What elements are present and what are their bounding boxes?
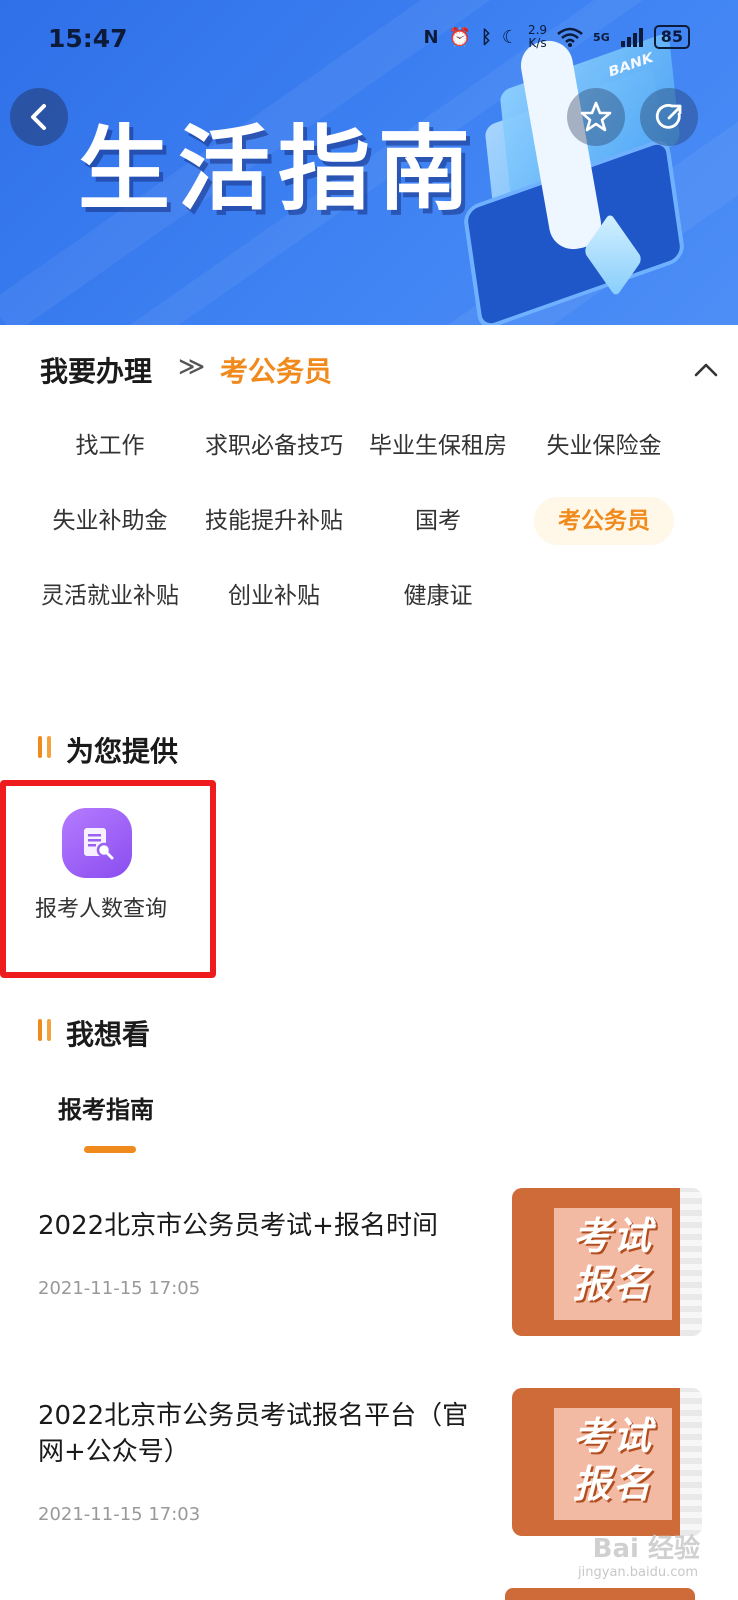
- thumbnail-text-line: 考试: [572, 1214, 653, 1258]
- chip-civil-servant-active[interactable]: 考公务员: [534, 497, 674, 545]
- section-bar: [38, 736, 42, 758]
- section-bar: [38, 1019, 42, 1041]
- provide-title: 为您提供: [66, 735, 179, 768]
- chip-entrepreneurship[interactable]: 创业补贴: [194, 572, 354, 620]
- thumbnail-text-line: 报名: [572, 1462, 653, 1506]
- tab-underline: [84, 1146, 136, 1153]
- document-search-icon: [62, 808, 132, 878]
- banner: BANK 15:47 N ⏰ ᛒ ☾ 2.9 K/s 5G 85 生活指南: [0, 0, 738, 325]
- article-time: 2021-11-15 17:03: [38, 1504, 201, 1525]
- article-title: 2022北京市公务员考试报名平台（官网+公众号）: [38, 1401, 469, 1467]
- watermark: Bai 经验: [592, 1534, 700, 1564]
- share-icon: [655, 103, 682, 129]
- status-time: 15:47: [48, 24, 128, 53]
- back-button[interactable]: [10, 88, 68, 146]
- banner-title: 生活指南: [78, 116, 479, 223]
- status-bar: 15:47 N ⏰ ᛒ ☾ 2.9 K/s 5G 85: [0, 18, 738, 68]
- watermark-url: jingyan.baidu.com: [578, 1565, 698, 1580]
- chip-unemployment-subsidy[interactable]: 失业补助金: [30, 497, 190, 545]
- next-article-thumbnail-peek: [505, 1588, 695, 1600]
- double-chevron-icon: ≫: [178, 352, 206, 382]
- star-icon: [580, 101, 612, 132]
- article-item[interactable]: 2022北京市公务员考试报名平台（官网+公众号） 2021-11-15 17:0…: [38, 1388, 702, 1538]
- chip-find-job[interactable]: 找工作: [30, 422, 190, 470]
- article-time: 2021-11-15 17:05: [38, 1278, 201, 1299]
- thumbnail-text: 考试 报名: [556, 1212, 670, 1308]
- article-item[interactable]: 2022北京市公务员考试+报名时间 2021-11-15 17:05 考试 报名: [38, 1188, 702, 1338]
- watch-title: 我想看: [66, 1018, 151, 1051]
- net-speed: 2.9 K/s: [528, 24, 547, 50]
- tab-exam-guide[interactable]: 报考指南: [58, 1090, 154, 1125]
- wifi-icon: [557, 27, 583, 47]
- chip-flexible-employment[interactable]: 灵活就业补贴: [30, 572, 190, 620]
- thumbnail-text-line: 考试: [572, 1414, 653, 1458]
- battery-indicator: 85: [653, 25, 690, 49]
- bluetooth-icon: ᛒ: [481, 26, 492, 48]
- nfc-icon: N: [423, 26, 439, 48]
- moon-icon: ☾: [501, 26, 518, 48]
- network-type: 5G: [593, 30, 610, 44]
- handle-header: 我要办理 ≫ 考公务员: [40, 350, 718, 390]
- chip-job-skills[interactable]: 求职必备技巧: [194, 422, 354, 470]
- section-bar: [47, 1019, 51, 1041]
- article-thumbnail: 考试 报名: [512, 1388, 702, 1536]
- thumbnail-text-line: 报名: [572, 1262, 653, 1306]
- chip-graduate-housing[interactable]: 毕业生保租房: [358, 422, 518, 470]
- handle-current-item: 考公务员: [220, 355, 333, 388]
- favorite-button[interactable]: [567, 88, 625, 146]
- thumbnail-paper: [680, 1388, 702, 1536]
- share-button[interactable]: [640, 88, 698, 146]
- chevron-left-icon: [31, 104, 46, 130]
- section-bar: [47, 736, 51, 758]
- status-icons: N ⏰ ᛒ ☾ 2.9 K/s 5G 85: [423, 24, 690, 50]
- thumbnail-paper: [680, 1188, 702, 1336]
- alarm-icon: ⏰: [448, 26, 471, 48]
- collapse-chevron-up-icon[interactable]: [692, 356, 720, 384]
- chip-health-certificate[interactable]: 健康证: [358, 572, 518, 620]
- article-title: 2022北京市公务员考试+报名时间: [38, 1211, 438, 1241]
- thumbnail-text: 考试 报名: [556, 1412, 670, 1508]
- net-speed-unit: K/s: [528, 36, 547, 50]
- chip-unemployment-insurance[interactable]: 失业保险金: [524, 422, 684, 470]
- service-label: 报考人数查询: [34, 897, 167, 922]
- net-speed-value: 2.9: [527, 23, 548, 37]
- service-applicant-count-query[interactable]: 报考人数查询: [0, 780, 216, 978]
- chip-skill-subsidy[interactable]: 技能提升补贴: [194, 497, 354, 545]
- signal-icon: [620, 28, 643, 47]
- handle-title: 我要办理: [40, 355, 153, 388]
- article-thumbnail: 考试 报名: [512, 1188, 702, 1336]
- chip-national-exam[interactable]: 国考: [358, 497, 518, 545]
